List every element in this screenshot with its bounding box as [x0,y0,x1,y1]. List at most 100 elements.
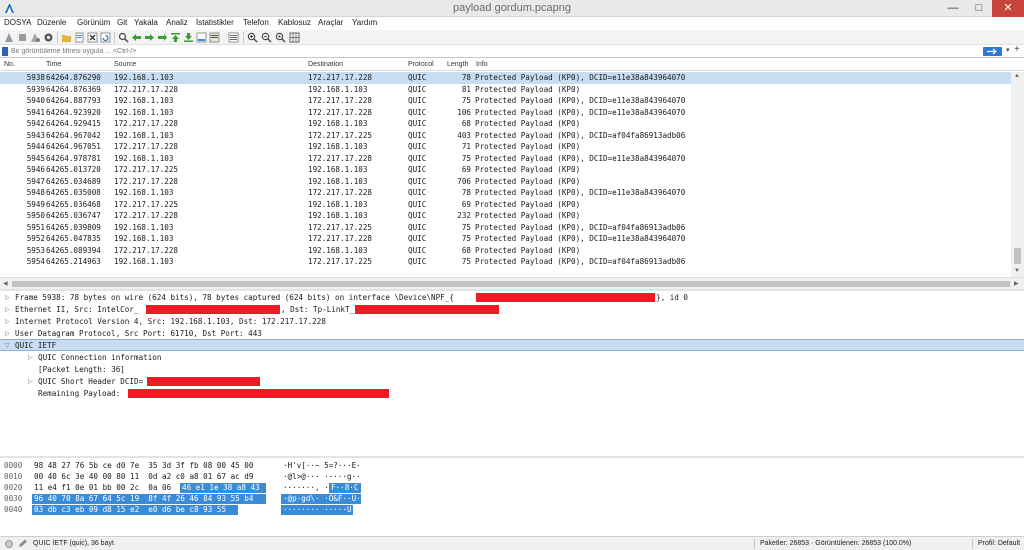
maximize-button[interactable]: □ [966,0,992,17]
columns-grid-icon[interactable] [289,32,300,43]
colorize-icon[interactable] [209,32,220,43]
close-file-icon[interactable] [87,32,98,43]
reload-icon[interactable] [100,32,111,43]
scroll-right-arrow-icon[interactable]: ▶ [1014,280,1019,287]
scrollbar-thumb[interactable] [12,281,1010,287]
packet-row[interactable]: 5949 64265.036468 172.217.17.225 192.168.1.… [0,199,1011,211]
byte-ascii-highlighted[interactable]: ········ ·····U [283,505,352,514]
menu-telephony[interactable]: Telefon [243,18,269,27]
file-icon[interactable] [74,32,85,43]
scroll-left-arrow-icon[interactable]: ◀ [3,280,8,287]
detail-quic-connection-info[interactable]: QUIC Connection information [38,352,161,363]
scroll-down-arrow-icon[interactable]: ▼ [1014,268,1020,274]
minimize-button[interactable]: — [940,0,966,17]
packet-row[interactable]: 5948 64265.035008 192.168.1.103 172.217.17.… [0,187,1011,199]
packet-row[interactable]: 5942 64264.929415 172.217.17.228 192.168.1.… [0,118,1011,130]
autoscroll-icon[interactable] [196,32,207,43]
byte-ascii[interactable]: ·······, ·· [283,483,333,492]
menu-view[interactable]: Görünüm [77,18,110,27]
menu-analyze[interactable]: Analiz [166,18,188,27]
restart-icon[interactable] [30,32,41,43]
byte-hex-highlighted[interactable]: 96 40 70 8a 67 64 5c 19 8f 4f 26 46 84 9… [34,494,253,503]
detail-ipv4[interactable]: Internet Protocol Version 4, Src: 192.16… [15,316,326,327]
expand-arrow-icon[interactable]: ▷ [5,318,10,325]
byte-hex[interactable]: 11 e4 f1 0e 01 bb 00 2c 0a 06 [34,483,176,492]
detail-quic-ietf[interactable]: QUIC IETF [15,340,56,351]
column-header-source[interactable]: Source [114,61,136,68]
detail-udp[interactable]: User Datagram Protocol, Src Port: 61710,… [15,328,262,339]
menu-statistics[interactable]: İstatistikler [196,18,234,27]
packet-row[interactable]: 5954 64265.214963 192.168.1.103 172.217.17.… [0,256,1011,268]
packet-row[interactable]: 5940 64264.887793 192.168.1.103 172.217.17.… [0,95,1011,107]
menu-file[interactable]: DOSYA [4,18,31,27]
menu-edit[interactable]: Düzenle [37,18,66,27]
goto-first-icon[interactable] [170,32,181,43]
expand-arrow-icon[interactable]: ▷ [28,378,33,385]
byte-ascii-highlighted[interactable]: ·@p·gd\· ·O&F··U· [283,494,361,503]
status-profile[interactable]: Profil: Default [978,540,1020,547]
packet-row[interactable]: 5941 64264.923920 192.168.1.103 172.217.17.… [0,107,1011,119]
menu-help[interactable]: Yardım [352,18,377,27]
packet-list-vertical-scrollbar[interactable]: ▲ ▼ [1011,72,1024,277]
packet-row[interactable]: 5944 64264.967051 172.217.17.228 192.168.1.… [0,141,1011,153]
scroll-up-arrow-icon[interactable]: ▲ [1014,73,1020,79]
packet-row[interactable]: 5953 64265.089394 172.217.17.228 192.168.1.… [0,245,1011,257]
packet-row[interactable]: 5939 64264.876369 172.217.17.228 192.168.1.… [0,84,1011,96]
packet-row[interactable]: 5950 64265.036747 172.217.17.228 192.168.1.… [0,210,1011,222]
detail-quic-selected-row[interactable] [0,339,1024,351]
detail-frame[interactable]: Frame 5938: 78 bytes on wire (624 bits),… [15,292,454,303]
expand-arrow-icon[interactable]: ▷ [28,354,33,361]
packet-list-horizontal-scrollbar[interactable]: ◀ ▶ [0,277,1024,289]
goto-packet-icon[interactable] [157,32,168,43]
byte-hex-highlighted[interactable]: 03 db c3 eb 09 d8 15 e2 e0 d6 be c8 93 5… [34,505,226,514]
detail-packet-length[interactable]: [Packet Length: 36] [38,364,125,375]
search-icon[interactable] [118,32,129,43]
bookmark-icon[interactable] [2,47,8,56]
forward-arrow-icon[interactable] [144,32,155,43]
detail-ethernet[interactable]: Ethernet II, Src: IntelCor_ [15,304,138,315]
menu-go[interactable]: Git [117,18,127,27]
byte-hex[interactable]: 98 48 27 76 5b ce d0 7e 35 3d 3f fb 08 0… [34,461,253,470]
zoom-out-icon[interactable] [261,32,272,43]
back-arrow-icon[interactable] [131,32,142,43]
gear-options-icon[interactable] [43,32,54,43]
expand-arrow-icon[interactable]: ▷ [5,294,10,301]
column-header-protocol[interactable]: Protocol [408,61,434,68]
zoom-reset-icon[interactable] [275,32,286,43]
resize-columns-icon[interactable] [228,32,239,43]
expand-arrow-icon[interactable]: ▷ [5,330,10,337]
expert-info-icon[interactable] [5,540,13,548]
byte-ascii-highlighted[interactable]: F··8·C [331,483,358,492]
menu-capture[interactable]: Yakala [134,18,158,27]
byte-ascii[interactable]: ·@l>@··· ·····g·· [283,472,361,481]
goto-last-icon[interactable] [183,32,194,43]
column-header-destination[interactable]: Destination [308,61,343,68]
menu-tools[interactable]: Araçlar [318,18,343,27]
byte-ascii[interactable]: ·H'v[··~ 5=?···E· [283,461,361,470]
detail-quic-short-header[interactable]: QUIC Short Header DCID= [38,376,143,387]
display-filter-input[interactable] [11,46,971,57]
packet-row[interactable]: 5952 64265.047835 192.168.1.103 172.217.17.… [0,233,1011,245]
column-header-length[interactable]: Length [447,61,468,68]
column-header-no[interactable]: No. [4,61,15,68]
open-file-icon[interactable] [61,32,72,43]
packet-row[interactable]: 5946 64265.013720 172.217.17.225 192.168.1.… [0,164,1011,176]
filter-history-dropdown[interactable]: ▾ [1006,46,1010,54]
column-header-time[interactable]: Time [46,61,61,68]
scrollbar-thumb[interactable] [1014,248,1021,264]
byte-hex[interactable]: 00 40 6c 3e 40 00 80 11 0d a2 c0 a8 01 6… [34,472,253,481]
packet-row[interactable]: 5938 64264.876290 192.168.1.103 172.217.17.… [0,72,1011,84]
expand-arrow-icon[interactable]: ▷ [5,306,10,313]
edit-comment-icon[interactable] [18,539,28,548]
apply-filter-button[interactable] [983,47,1002,56]
packet-row[interactable]: 5951 64265.039809 192.168.1.103 172.217.17.… [0,222,1011,234]
packet-row[interactable]: 5943 64264.967042 192.168.1.103 172.217.17.… [0,130,1011,142]
detail-remaining-payload[interactable]: Remaining Payload: [38,388,120,399]
close-button[interactable]: ✕ [992,0,1024,17]
menu-wireless[interactable]: Kablosuz [278,18,311,27]
packet-row[interactable]: 5947 64265.034689 172.217.17.228 192.168.1.… [0,176,1011,188]
collapse-arrow-icon[interactable]: ▽ [5,342,10,349]
zoom-in-icon[interactable] [247,32,258,43]
add-filter-button[interactable]: + [1014,44,1020,55]
shark-fin-start-icon[interactable] [4,32,15,43]
